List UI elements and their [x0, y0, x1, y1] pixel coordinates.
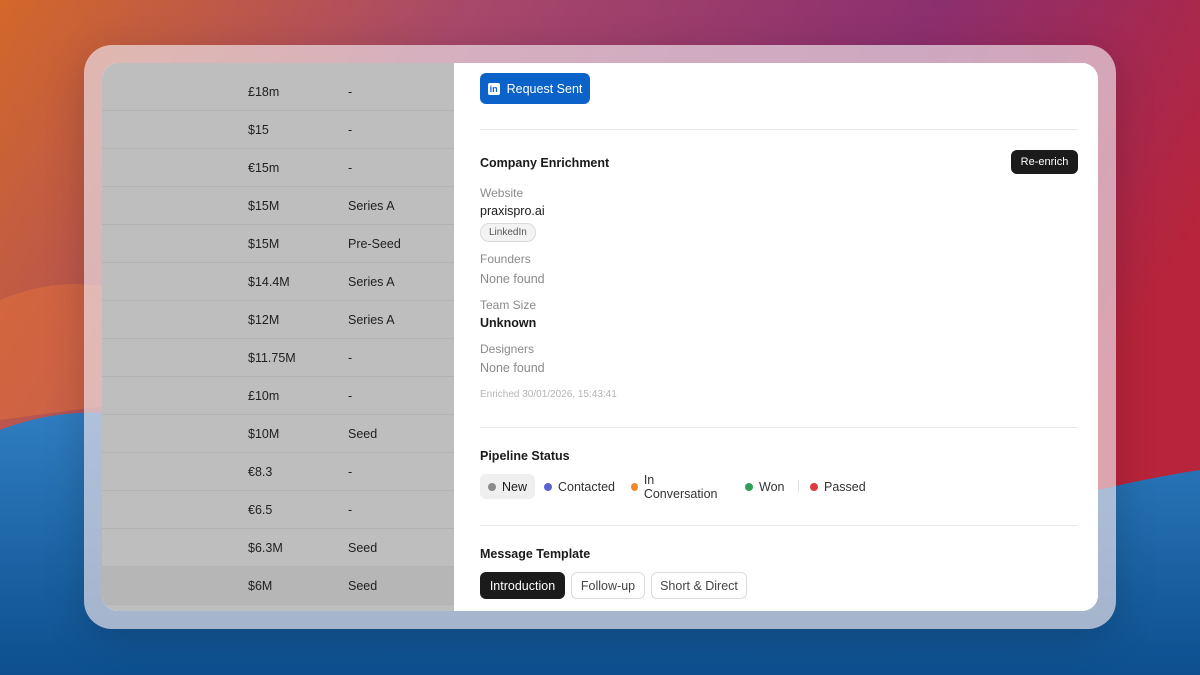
team-size-value: Unknown: [480, 316, 537, 330]
status-label: New: [502, 479, 528, 494]
linkedin-request-button[interactable]: in Request Sent: [480, 73, 590, 104]
status-won[interactable]: Won: [737, 474, 792, 499]
divider: [480, 427, 1077, 428]
template-follow-up[interactable]: Follow-up: [571, 572, 645, 599]
team-size-label: Team Size: [480, 298, 537, 312]
status-new[interactable]: New: [480, 474, 536, 499]
divider: [480, 129, 1077, 130]
divider: [480, 525, 1077, 526]
template-short-direct[interactable]: Short & Direct: [651, 572, 747, 599]
modal-backdrop[interactable]: [102, 63, 454, 611]
detail-panel: in Request Sent Company Enrichment Re-en…: [454, 63, 1098, 611]
status-dot-icon: [544, 482, 552, 491]
designers-label: Designers: [480, 342, 535, 356]
status-passed[interactable]: Passed: [802, 474, 874, 499]
status-label: In Conversation: [643, 472, 718, 501]
linkedin-chip[interactable]: LinkedIn: [480, 223, 536, 242]
template-title: Message Template: [480, 547, 591, 561]
status-dot-icon: [810, 482, 818, 491]
enriched-timestamp: Enriched 30/01/2026, 15:43:41: [480, 389, 617, 400]
status-dot-icon: [631, 482, 638, 491]
website-label: Website: [480, 186, 524, 200]
template-introduction[interactable]: Introduction: [480, 572, 565, 599]
founders-value: None found: [480, 272, 545, 286]
pipeline-title: Pipeline Status: [480, 449, 570, 463]
status-label: Contacted: [558, 479, 615, 494]
app-window: £18m - $15 - €15m - $15M Series A $15M P…: [102, 63, 1098, 611]
enrichment-title: Company Enrichment: [480, 156, 610, 170]
founders-label: Founders: [480, 252, 531, 266]
status-dot-icon: [745, 482, 753, 491]
website-link[interactable]: praxispro.ai: [480, 204, 545, 218]
designers-value: None found: [480, 361, 545, 375]
status-in-conversation[interactable]: In Conversation: [623, 472, 727, 501]
status-label: Passed: [824, 479, 866, 494]
linkedin-button-label: Request Sent: [506, 81, 583, 96]
status-contacted[interactable]: Contacted: [536, 474, 623, 499]
status-label: Won: [759, 479, 785, 494]
linkedin-icon: in: [487, 82, 500, 95]
status-dot-icon: [488, 482, 496, 491]
reenrich-button[interactable]: Re-enrich: [1011, 150, 1078, 174]
status-separator: [798, 480, 799, 493]
